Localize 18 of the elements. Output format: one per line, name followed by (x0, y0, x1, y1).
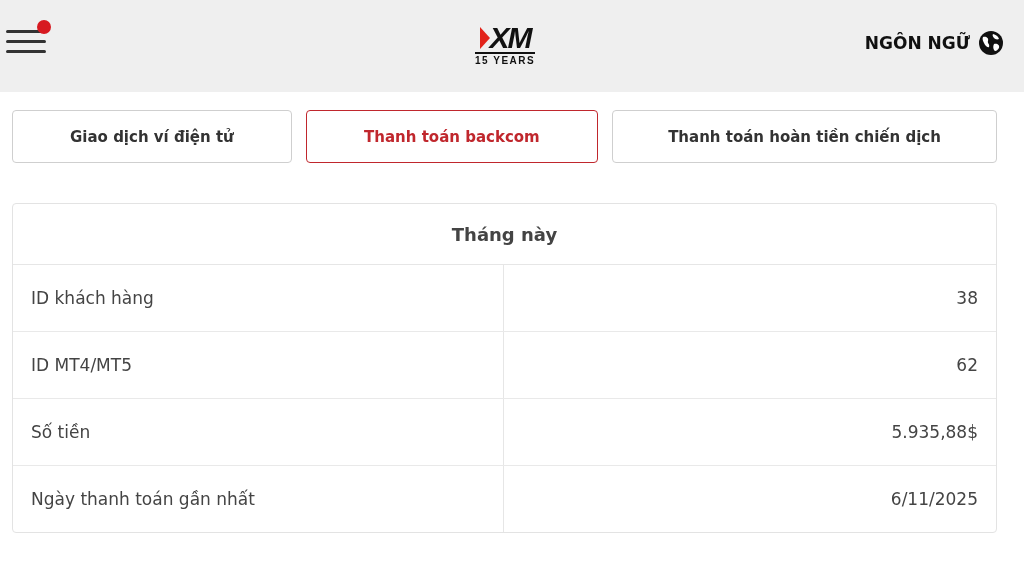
language-button[interactable]: NGÔN NGỮ (864, 30, 1004, 56)
card-title: Tháng này (13, 204, 996, 265)
logo-text: XM (489, 24, 531, 52)
table-cell-text: 5.935,88$ (890, 421, 979, 444)
globe-icon (978, 30, 1004, 56)
tab[interactable]: Thanh toán backcom (305, 110, 599, 163)
tab[interactable]: Thanh toán hoàn tiền chiến dịch (612, 110, 997, 163)
table-cell: Ngày thanh toán gần nhất (13, 466, 504, 532)
table-cell-text: 38 (955, 287, 979, 310)
tab[interactable]: Giao dịch ví điện tử (12, 110, 292, 163)
table-cell: ID khách hàng (13, 265, 504, 331)
menu-icon (6, 28, 46, 54)
table-cell-text: 62 (955, 354, 979, 377)
table-cell-text: 6/11/2025 (889, 488, 979, 511)
logo-tagline: 15 YEARS (475, 52, 536, 66)
triangle-icon (479, 27, 490, 49)
table-cell: ID MT4/MT5 (13, 332, 504, 398)
table-cell: Số tiền (13, 399, 504, 465)
